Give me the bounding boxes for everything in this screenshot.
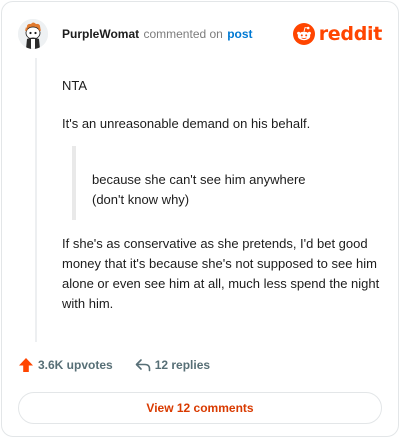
view-comments-button[interactable]: View 12 comments: [18, 392, 382, 424]
reply-arrow-icon: [135, 359, 151, 372]
avatar[interactable]: [18, 19, 48, 49]
reddit-alien-icon: [292, 23, 315, 45]
comment-card: PurpleWomat commented on post reddit NTA…: [1, 1, 399, 437]
username-link[interactable]: PurpleWomat: [62, 27, 139, 41]
comment-actions: 3.6K upvotes 12 replies: [18, 357, 210, 373]
comment-paragraph: NTA: [62, 78, 88, 93]
comment-paragraph: If she's as conservative as she pretends…: [62, 236, 380, 311]
post-link[interactable]: post: [227, 27, 252, 41]
byline: PurpleWomat commented on post: [62, 26, 253, 42]
quote-text: because she can't see him anywhere (don'…: [92, 170, 352, 210]
action-text: commented on: [143, 27, 223, 41]
upvote-count: 3.6K upvotes: [38, 358, 113, 372]
replies-button[interactable]: 12 replies: [135, 357, 210, 373]
reddit-logo[interactable]: reddit: [292, 23, 383, 45]
upvote-arrow-icon: [19, 358, 33, 372]
quote-line: (don't know why): [92, 192, 190, 207]
comment-paragraph: It's an unreasonable demand on his behal…: [62, 116, 311, 131]
comment-header: PurpleWomat commented on post reddit: [18, 18, 382, 50]
thread-line: [35, 58, 37, 342]
snoo-avatar-icon: [18, 19, 48, 49]
reply-count: 12 replies: [154, 358, 211, 372]
upvote-button[interactable]: 3.6K upvotes: [18, 357, 113, 373]
blockquote: because she can't see him anywhere (don'…: [72, 146, 356, 220]
quote-line: because she can't see him anywhere: [92, 172, 306, 187]
reddit-wordmark: reddit: [318, 23, 383, 45]
